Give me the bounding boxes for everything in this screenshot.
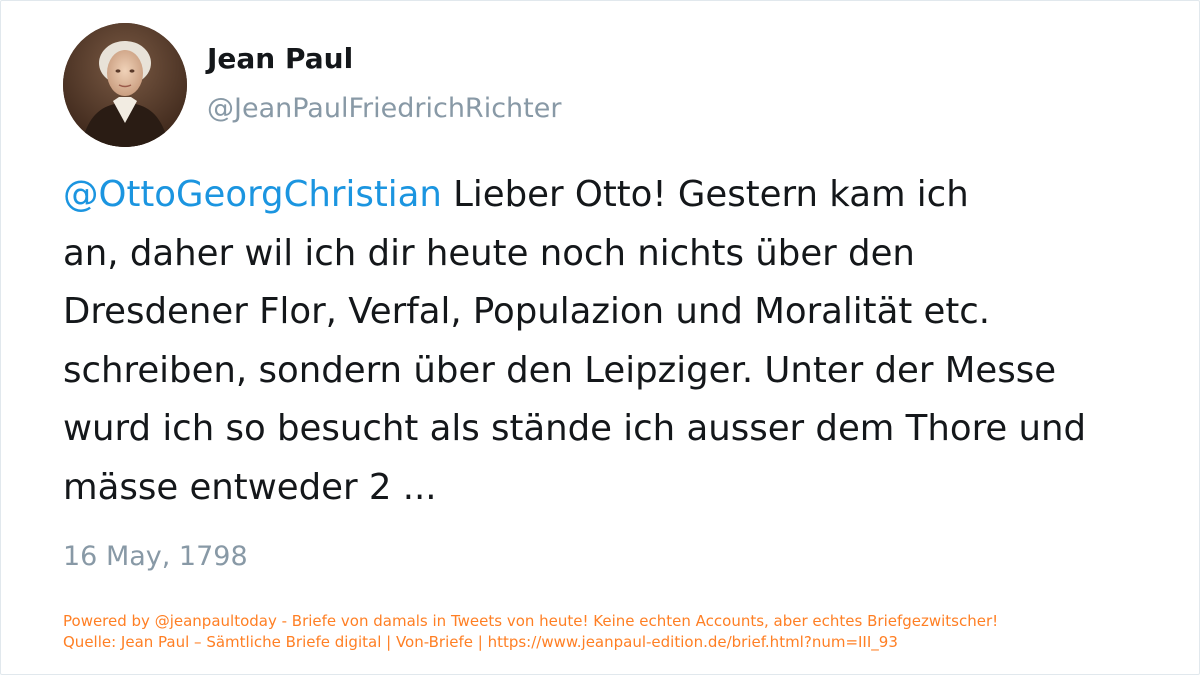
- footer-attribution: Powered by @jeanpaultoday - Briefe von d…: [63, 611, 1183, 653]
- tweet-text: @OttoGeorgChristian Lieber Otto! Gestern…: [63, 166, 1163, 517]
- footer-powered-by: Powered by @jeanpaultoday - Briefe von d…: [63, 612, 999, 630]
- tweet-line: wurd ich so besucht als stände ich ausse…: [63, 408, 1087, 449]
- tweet-line: an, daher wil ich dir heute noch nichts …: [63, 232, 915, 274]
- tweet-line: mässe entweder 2 ...: [63, 466, 437, 508]
- tweet-line: schreiben, sondern über den Leipziger. U…: [63, 349, 1057, 391]
- mention-link[interactable]: @OttoGeorgChristian: [63, 174, 442, 215]
- portrait-image: [63, 23, 187, 147]
- footer-source: Quelle: Jean Paul – Sämtliche Briefe dig…: [63, 633, 898, 651]
- tweet-date[interactable]: 16 May, 1798: [63, 537, 248, 577]
- tweet-line: Lieber Otto! Gestern kam ich: [441, 174, 969, 215]
- tweet-line: Dresdener Flor, Verfal, Populazion und M…: [63, 291, 991, 332]
- user-info: Jean Paul @JeanPaulFriedrichRichter: [207, 39, 561, 129]
- display-name[interactable]: Jean Paul: [207, 39, 561, 79]
- avatar[interactable]: [63, 23, 187, 147]
- user-handle[interactable]: @JeanPaulFriedrichRichter: [207, 89, 561, 129]
- tweet-card: Jean Paul @JeanPaulFriedrichRichter @Ott…: [0, 0, 1200, 675]
